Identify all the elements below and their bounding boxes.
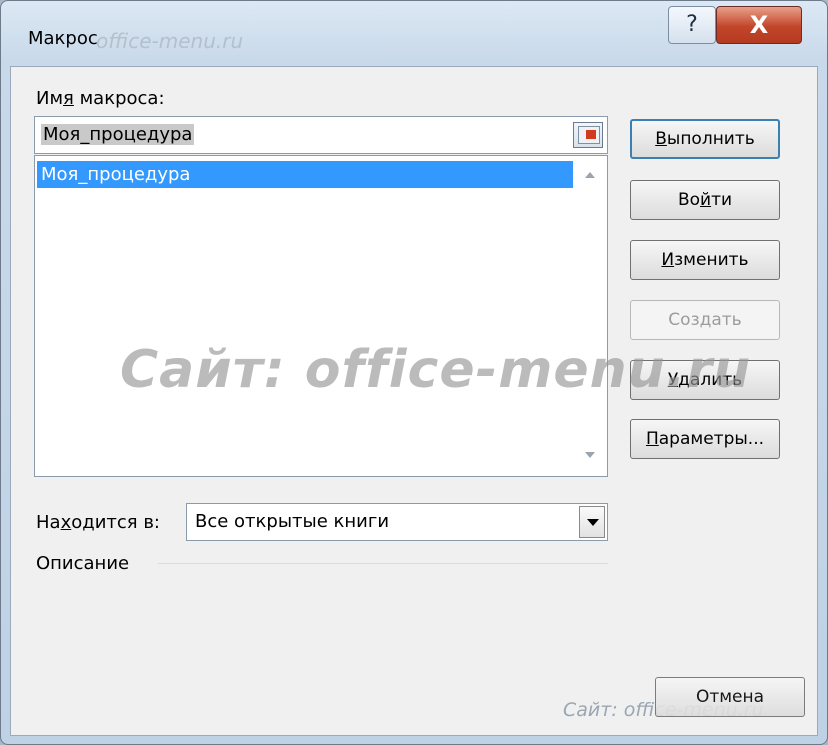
location-value: Все открытые книги (195, 511, 390, 532)
collapse-dialog-button[interactable] (573, 122, 603, 148)
close-icon: X (749, 11, 769, 39)
run-button[interactable]: Выполнить (630, 119, 780, 159)
location-dropdown-button[interactable] (579, 506, 605, 538)
edit-button[interactable]: Изменить (630, 240, 780, 280)
step-into-button[interactable]: Войти (630, 180, 780, 220)
macro-list[interactable]: Моя_процедура (34, 155, 608, 477)
scroll-up-icon[interactable] (585, 172, 595, 178)
center-watermark: Сайт: office-menu.ru (120, 340, 752, 400)
location-select[interactable]: Все открытые книги (186, 503, 608, 541)
range-select-icon (578, 126, 600, 144)
create-button: Создать (630, 300, 780, 340)
cancel-button[interactable]: Отмена (655, 677, 805, 717)
macro-name-input[interactable]: Моя_процедура (34, 116, 608, 154)
close-button[interactable]: X (716, 6, 802, 44)
dialog-title: Макрос (28, 28, 98, 49)
description-label: Описание (36, 553, 130, 574)
list-scrollbar[interactable] (575, 156, 607, 476)
description-divider (158, 563, 608, 564)
scroll-down-icon[interactable] (585, 452, 595, 458)
options-button[interactable]: Параметры... (630, 419, 780, 459)
help-button[interactable]: ? (668, 6, 716, 44)
help-icon: ? (686, 12, 698, 37)
chevron-down-icon (587, 519, 599, 526)
macro-name-value: Моя_процедура (41, 124, 195, 145)
list-item[interactable]: Моя_процедура (37, 161, 573, 188)
macro-name-label: Имя макроса: (36, 88, 165, 109)
title-watermark: office-menu.ru (96, 29, 244, 53)
location-label: Находится в: (36, 512, 160, 533)
